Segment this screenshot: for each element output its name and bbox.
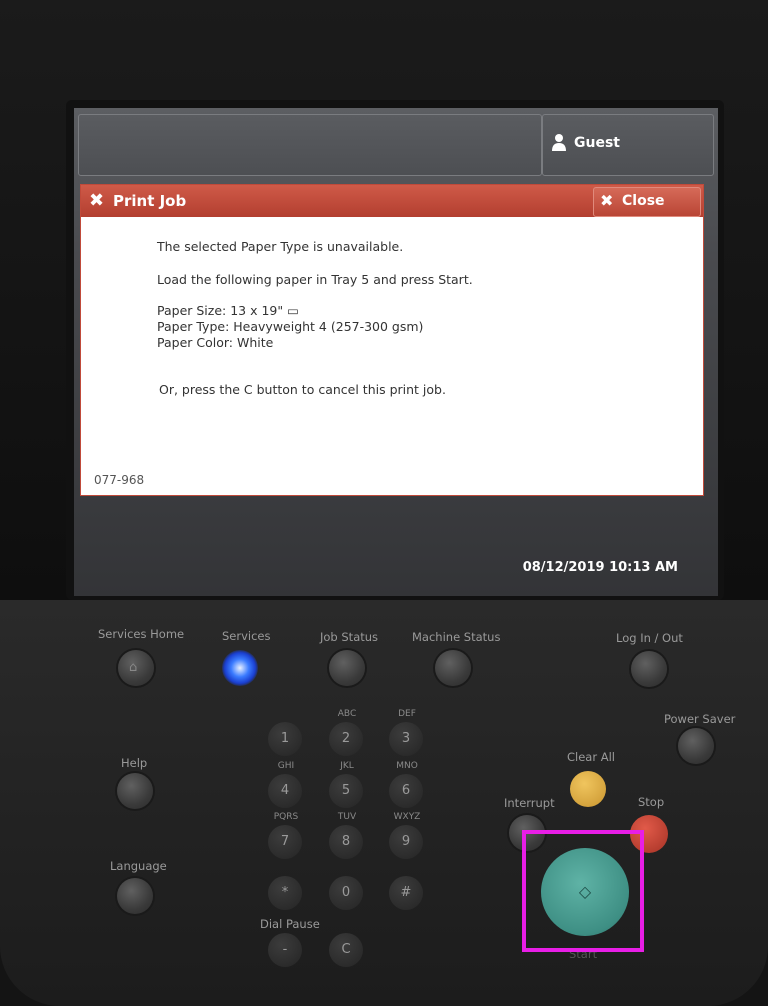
- user-label: Guest: [574, 135, 620, 151]
- dialog-header: ✖ Print Job ✖ Close: [81, 185, 703, 217]
- dialog-body: The selected Paper Type is unavailable. …: [81, 217, 703, 495]
- key-7-letters: PQRS: [273, 812, 299, 822]
- error-icon: ✖: [89, 190, 105, 211]
- key-7[interactable]: 7: [268, 825, 302, 859]
- user-icon: [552, 134, 566, 151]
- services-home-button[interactable]: ⌂: [118, 650, 154, 686]
- machine-status-button[interactable]: [435, 650, 471, 686]
- dialog-title: Print Job: [113, 192, 187, 210]
- highlight-box: [522, 830, 644, 952]
- close-button[interactable]: ✖ Close: [593, 187, 701, 217]
- status-bar: [78, 114, 542, 176]
- clear-all-button[interactable]: [570, 771, 606, 807]
- stop-label: Stop: [638, 795, 665, 809]
- key-6-letters: MNO: [396, 761, 418, 771]
- error-code: 077-968: [94, 473, 145, 487]
- paper-type: Paper Type: Heavyweight 4 (257-300 gsm): [157, 319, 424, 334]
- key-1[interactable]: 1: [268, 722, 302, 756]
- key-5-letters: JKL: [340, 761, 354, 771]
- services-button[interactable]: [222, 650, 258, 686]
- key-3-letters: DEF: [398, 709, 416, 719]
- services-home-label: Services Home: [98, 627, 185, 641]
- dial-pause-label: Dial Pause: [260, 917, 320, 931]
- power-saver-label: Power Saver: [664, 712, 736, 726]
- datetime: 08/12/2019 10:13 AM: [522, 560, 678, 575]
- key-8-letters: TUV: [337, 812, 357, 822]
- key-5[interactable]: 5: [329, 774, 363, 808]
- clear-all-label: Clear All: [567, 750, 615, 764]
- log-in-out-label: Log In / Out: [616, 631, 683, 645]
- key-9[interactable]: 9: [389, 825, 423, 859]
- message-load-paper: Load the following paper in Tray 5 and p…: [157, 272, 473, 287]
- home-icon: ⌂: [129, 660, 138, 675]
- key-4-letters: GHI: [277, 761, 295, 771]
- key-6[interactable]: 6: [389, 774, 423, 808]
- job-status-label: Job Status: [320, 630, 379, 644]
- user-button[interactable]: Guest: [542, 114, 714, 176]
- key-2[interactable]: 2: [329, 722, 363, 756]
- language-label: Language: [110, 859, 167, 873]
- key-3[interactable]: 3: [389, 722, 423, 756]
- cancel-hint: Or, press the C button to cancel this pr…: [159, 382, 446, 397]
- print-job-dialog: ✖ Print Job ✖ Close The selected Paper T…: [80, 184, 704, 496]
- help-label: Help: [121, 756, 148, 770]
- paper-size: Paper Size: 13 x 19" ▭: [157, 303, 299, 318]
- interrupt-label: Interrupt: [504, 796, 555, 810]
- job-status-button[interactable]: [329, 650, 365, 686]
- language-button[interactable]: [117, 878, 153, 914]
- key-8[interactable]: 8: [329, 825, 363, 859]
- key-9-letters: WXYZ: [393, 812, 421, 822]
- message-unavailable: The selected Paper Type is unavailable.: [157, 239, 404, 254]
- dial-pause-button[interactable]: -: [268, 933, 302, 967]
- power-saver-button[interactable]: [678, 728, 714, 764]
- services-label: Services: [222, 629, 271, 643]
- machine-status-label: Machine Status: [412, 630, 501, 644]
- help-button[interactable]: [117, 773, 153, 809]
- touch-screen: Guest ✖ Print Job ✖ Close The selected P…: [74, 108, 718, 596]
- close-label: Close: [622, 193, 665, 209]
- key-2-letters: ABC: [337, 709, 357, 719]
- close-icon: ✖: [600, 191, 614, 210]
- log-in-out-button[interactable]: [631, 651, 667, 687]
- key-4[interactable]: 4: [268, 774, 302, 808]
- paper-color: Paper Color: White: [157, 335, 274, 350]
- key-hash[interactable]: #: [389, 876, 423, 910]
- key-0[interactable]: 0: [329, 876, 363, 910]
- key-star[interactable]: *: [268, 876, 302, 910]
- c-button[interactable]: C: [329, 933, 363, 967]
